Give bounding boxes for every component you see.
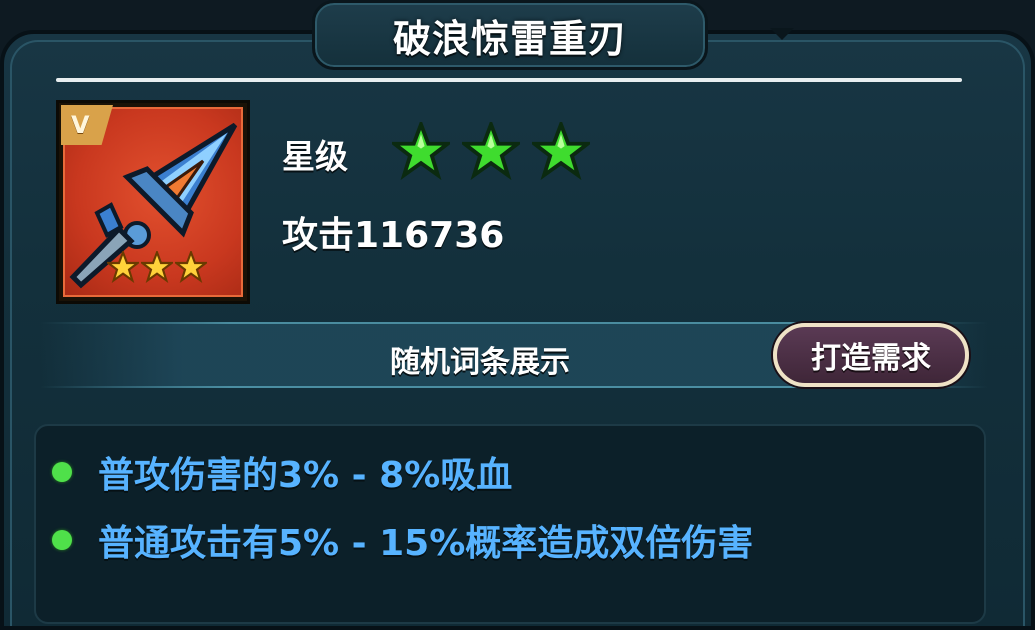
star-level-label: 星级 xyxy=(282,137,348,176)
forge-button-label: 打造需求 xyxy=(811,341,931,376)
affix-text: 普通攻击有5% - 15%概率造成双倍伤害 xyxy=(98,523,754,564)
green-star-icon xyxy=(392,122,450,180)
forge-requirements-button[interactable]: 打造需求 xyxy=(773,323,969,387)
item-icon-frame[interactable]: V xyxy=(56,100,250,304)
item-star-rating xyxy=(107,251,207,283)
gold-star-icon xyxy=(175,251,207,283)
item-title: 破浪惊雷重刃 xyxy=(392,16,627,61)
decor-arrow-icon xyxy=(770,28,794,40)
title-tab: 破浪惊雷重刃 xyxy=(312,0,708,70)
green-star-icon xyxy=(462,122,520,180)
gold-star-icon xyxy=(107,251,139,283)
title-divider xyxy=(56,78,962,82)
affix-item: 普通攻击有5% - 15%概率造成双倍伤害 xyxy=(52,514,753,566)
affix-section-title: 随机词条展示 xyxy=(390,345,570,380)
attack-stat: 攻击116736 xyxy=(282,215,505,256)
green-star-icon xyxy=(532,122,590,180)
green-dot-icon xyxy=(52,530,72,550)
affix-item: 普攻伤害的3% - 8%吸血 xyxy=(52,446,512,498)
gold-star-icon xyxy=(141,251,173,283)
green-dot-icon xyxy=(52,462,72,482)
star-level-rating xyxy=(392,122,590,180)
affix-text: 普攻伤害的3% - 8%吸血 xyxy=(98,455,513,496)
